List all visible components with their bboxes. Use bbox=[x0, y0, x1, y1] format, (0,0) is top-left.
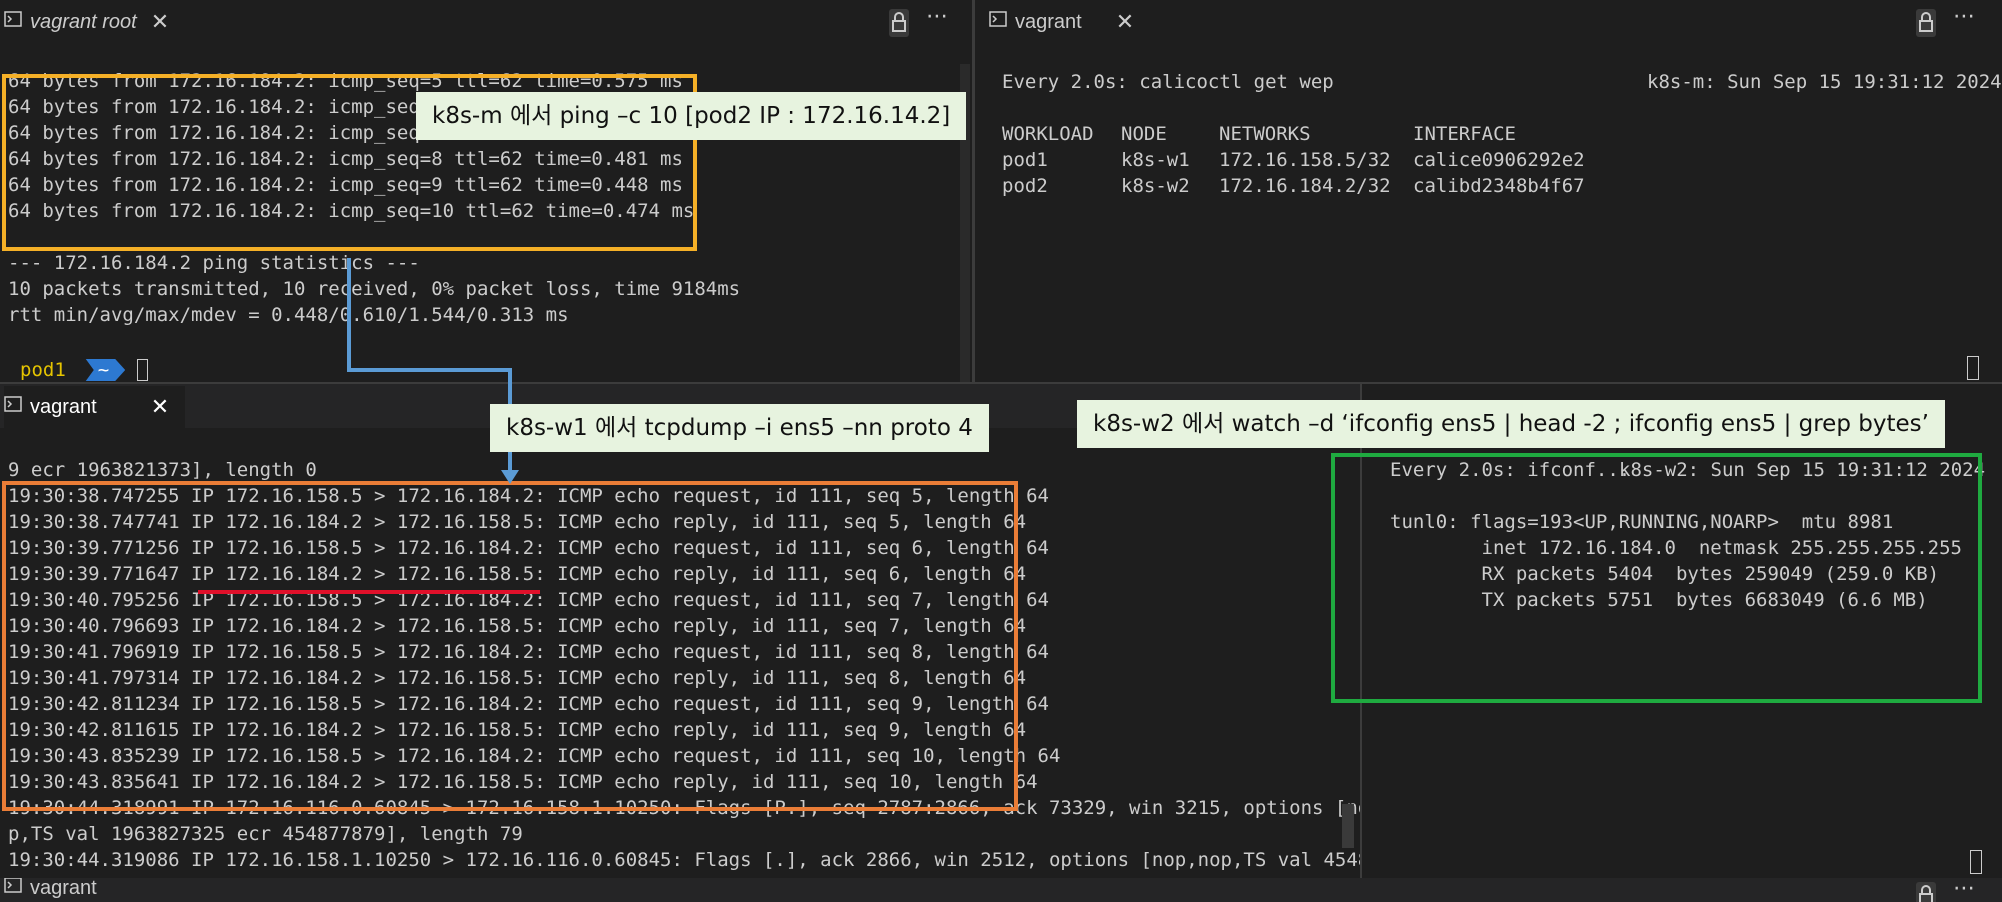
scrollbar[interactable] bbox=[1342, 804, 1354, 848]
ping-callout: k8s-m 에서 ping –c 10 [pod2 IP : 172.16.14… bbox=[416, 92, 967, 140]
more-icon[interactable]: ⋯ bbox=[1953, 4, 1975, 29]
table-cell: NODE bbox=[1121, 123, 1167, 145]
tab-label: vagrant bbox=[30, 878, 97, 899]
wep-table: WORKLOAD NODE NETWORKS INTERFACE pod1 k8s-w1 1… bbox=[1002, 121, 1642, 199]
terminal-pane-bottom-strip[interactable]: vagrant ⋯ bbox=[0, 878, 2002, 902]
table-cell: pod1 bbox=[1002, 149, 1048, 171]
table-cell: calice0906292e2 bbox=[1413, 149, 1585, 171]
close-icon[interactable]: ✕ bbox=[151, 394, 169, 420]
more-icon[interactable]: ⋯ bbox=[926, 4, 948, 29]
table-cell: pod2 bbox=[1002, 175, 1048, 197]
table-header: WORKLOAD NODE NETWORKS INTERFACE bbox=[1002, 121, 1642, 147]
close-icon[interactable]: ✕ bbox=[1116, 9, 1134, 35]
prompt[interactable]: pod1 ~ bbox=[8, 358, 149, 382]
table-row: pod1 k8s-w1 172.16.158.5/32 calice0906292e2 bbox=[1002, 147, 1642, 173]
terminal-line: 10 packets transmitted, 10 received, 0% … bbox=[8, 278, 741, 300]
lock-icon[interactable] bbox=[888, 9, 910, 37]
ifconfig-highlight-box bbox=[1331, 453, 1982, 703]
prompt-name: pod1 bbox=[20, 359, 66, 381]
table-cell: k8s-w2 bbox=[1121, 175, 1190, 197]
watch-header-left: Every 2.0s: calicoctl get wep bbox=[1002, 71, 1334, 93]
table-cell: 172.16.184.2/32 bbox=[1219, 175, 1391, 197]
tab-label: vagrant bbox=[1015, 10, 1082, 33]
tab-label: vagrant root bbox=[30, 10, 137, 33]
table-cell: 172.16.158.5/32 bbox=[1219, 149, 1391, 171]
table-cell: k8s-w1 bbox=[1121, 149, 1190, 171]
table-cell: NETWORKS bbox=[1219, 123, 1311, 145]
tcpdump-highlight-box bbox=[2, 481, 1018, 811]
terminal-icon bbox=[4, 395, 22, 419]
terminal-line: p,TS val 1963827325 ecr 454877879], leng… bbox=[8, 823, 523, 845]
cursor bbox=[137, 359, 149, 381]
terminal-icon bbox=[4, 10, 22, 34]
table-row: pod2 k8s-w2 172.16.184.2/32 calibd2348b4f67 bbox=[1002, 173, 1642, 199]
table-cell: INTERFACE bbox=[1413, 123, 1516, 145]
tab-vagrant-root[interactable]: vagrant root ✕ bbox=[4, 2, 169, 42]
lock-icon[interactable] bbox=[1915, 882, 1937, 902]
tab-vagrant[interactable]: vagrant ✕ bbox=[989, 2, 1134, 42]
lock-icon[interactable] bbox=[1915, 9, 1937, 37]
prompt-dir: ~ bbox=[78, 359, 125, 381]
terminal-line: 9 ecr 1963821373], length 0 bbox=[8, 459, 317, 481]
tab-vagrant[interactable]: vagrant bbox=[4, 878, 97, 902]
tcpdump-callout: k8s-w1 에서 tcpdump –i ens5 –nn proto 4 bbox=[490, 404, 989, 452]
watch-callout: k8s-w2 에서 watch –d ‘ifconfig ens5 | head… bbox=[1077, 400, 1945, 448]
terminal-icon bbox=[4, 878, 22, 900]
terminal-line: 19:30:44.319086 IP 172.16.158.1.10250 > … bbox=[8, 849, 1360, 871]
cursor-box bbox=[1970, 850, 1982, 874]
table-cell: calibd2348b4f67 bbox=[1413, 175, 1585, 197]
tab-label: vagrant bbox=[30, 395, 97, 418]
terminal-line: --- 172.16.184.2 ping statistics --- bbox=[8, 252, 420, 274]
close-icon[interactable]: ✕ bbox=[151, 9, 169, 35]
terminal-icon bbox=[989, 10, 1007, 34]
tab-vagrant[interactable]: vagrant ✕ bbox=[4, 386, 186, 428]
terminal-line: rtt min/avg/max/mdev = 0.448/0.610/1.544… bbox=[8, 304, 569, 326]
more-icon[interactable]: ⋯ bbox=[1953, 878, 1975, 901]
table-cell: WORKLOAD bbox=[1002, 123, 1094, 145]
cursor-box bbox=[1967, 356, 1979, 380]
watch-header-right: k8s-m: Sun Sep 15 19:31:12 2024 bbox=[1647, 71, 2002, 93]
terminal-pane-top-right[interactable]: vagrant ✕ ⋯ Every 2.0s: calicoctl get we… bbox=[975, 0, 2002, 382]
